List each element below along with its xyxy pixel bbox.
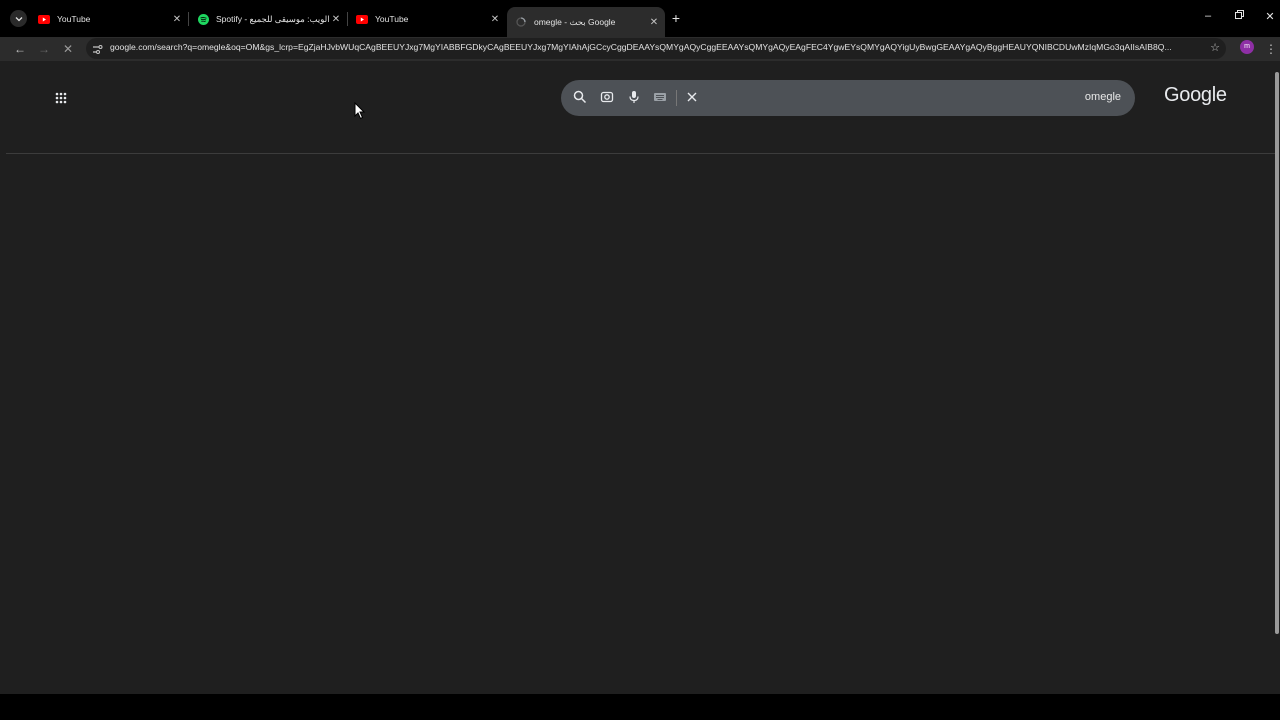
back-icon[interactable]: ← (11, 40, 29, 58)
browser-window: YouTube ✕ Spotify - الويب: موسيقى للجميع… (0, 0, 1280, 694)
close-window-icon[interactable]: ✕ (1262, 10, 1278, 23)
forward-icon[interactable]: → (35, 40, 53, 58)
tab-title: Spotify - الويب: موسيقى للجميع (216, 13, 329, 24)
keyboard-icon[interactable] (653, 90, 669, 106)
search-box[interactable]: omegle (561, 80, 1135, 116)
divider (676, 90, 677, 106)
youtube-icon (356, 13, 368, 25)
browser-toolbar: ← → ✕ google.com/search?q=omegle&oq=OM&g… (0, 37, 1280, 61)
google-logo[interactable]: Google (1164, 84, 1227, 107)
address-bar[interactable]: google.com/search?q=omegle&oq=OM&gs_lcrp… (86, 38, 1226, 59)
microphone-icon[interactable] (627, 90, 643, 106)
search-results-page: omegle Google (6, 64, 1277, 692)
clear-search-icon[interactable] (685, 90, 701, 106)
menu-kebab-icon[interactable]: ⋮ (1262, 40, 1280, 58)
tab-spotify[interactable]: Spotify - الويب: موسيقى للجميع ✕ (189, 7, 347, 31)
tab-title: YouTube (57, 14, 91, 24)
chevron-down-icon (15, 16, 22, 21)
close-tab-icon[interactable]: ✕ (329, 14, 343, 25)
new-tab-button[interactable]: + (669, 10, 683, 27)
profile-avatar[interactable]: m (1240, 40, 1254, 54)
spotify-icon (197, 13, 209, 25)
tab-search-button[interactable] (10, 10, 27, 27)
close-tab-icon[interactable]: ✕ (488, 14, 502, 25)
close-tab-icon[interactable]: ✕ (170, 14, 184, 25)
search-icon[interactable] (573, 90, 589, 106)
header-divider (6, 153, 1277, 154)
site-info-icon[interactable] (92, 42, 103, 60)
loading-icon (515, 16, 527, 28)
minimize-icon[interactable]: – (1200, 10, 1216, 22)
google-apps-icon[interactable] (55, 91, 69, 105)
url-text: google.com/search?q=omegle&oq=OM&gs_lcrp… (110, 42, 1172, 52)
restore-icon[interactable] (1231, 10, 1247, 22)
youtube-icon (38, 13, 50, 25)
tab-youtube-1[interactable]: YouTube ✕ (30, 7, 188, 31)
tab-title: YouTube (375, 14, 409, 24)
search-query-text[interactable]: omegle (1085, 91, 1121, 103)
mouse-cursor-icon (354, 101, 366, 120)
tab-title: omegle - بحث Google (534, 16, 616, 27)
tab-youtube-2[interactable]: YouTube ✕ (348, 7, 506, 31)
close-tab-icon[interactable]: ✕ (647, 17, 661, 28)
tab-strip: YouTube ✕ Spotify - الويب: موسيقى للجميع… (0, 0, 1280, 37)
stop-loading-icon[interactable]: ✕ (59, 40, 77, 58)
tab-google-search[interactable]: omegle - بحث Google ✕ (507, 7, 665, 37)
lens-camera-icon[interactable] (600, 90, 616, 106)
bookmark-star-icon[interactable]: ☆ (1210, 41, 1220, 54)
page-scrollbar[interactable] (1275, 72, 1279, 634)
